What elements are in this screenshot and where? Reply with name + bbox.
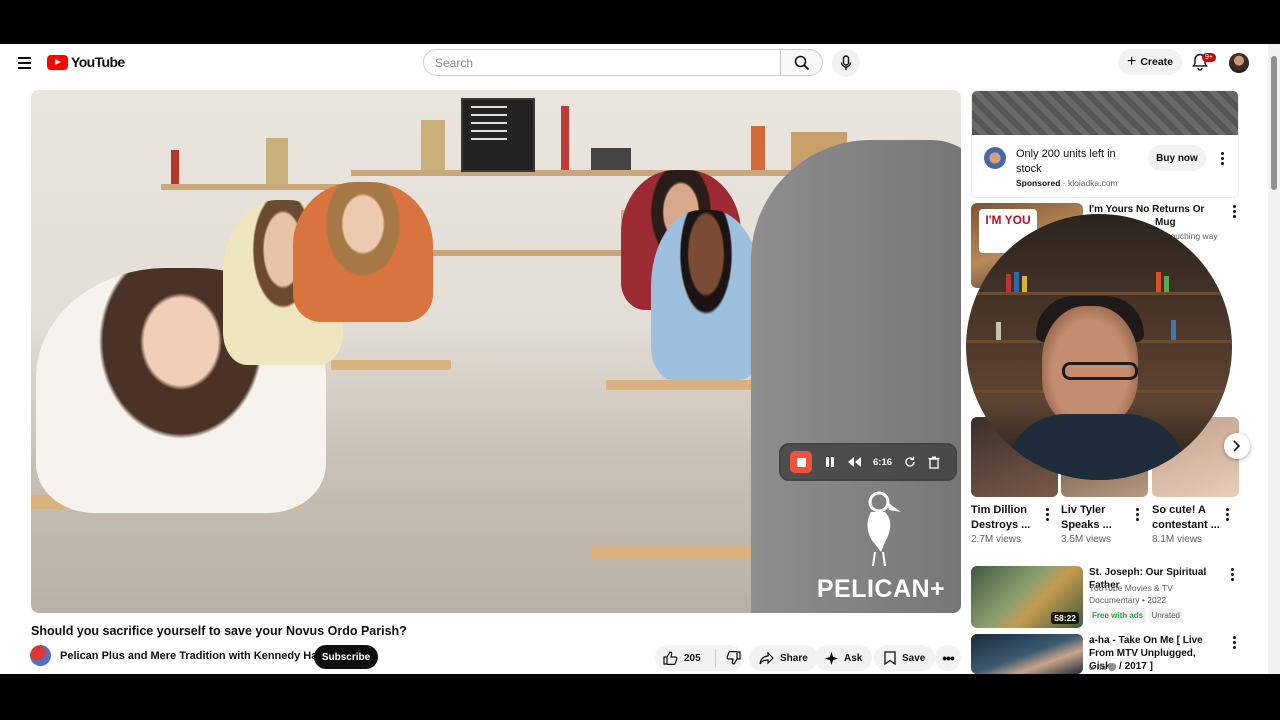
pelican-plus-watermark: PELICAN+ [811,488,951,604]
letter-board [461,98,535,172]
recording-timer: 6:16 [873,456,893,468]
channel-avatar[interactable] [30,645,51,666]
video-duration: 58:22 [1051,612,1079,624]
free-with-ads-tag: Free with ads [1089,608,1147,623]
video-thumbnail[interactable]: 58:22 [971,566,1083,628]
student [651,210,761,380]
desk [591,545,761,559]
share-icon [759,651,774,664]
short-title[interactable]: So cute! A contestant ... [1152,503,1222,533]
ad-more-icon[interactable] [1220,152,1224,165]
divider [714,649,716,667]
book [421,120,445,170]
youtube-window: YouTube Search + Create 9+ 6:16 PELICAN+… [0,44,1280,674]
short-title[interactable]: Liv Tyler Speaks ... [1061,503,1131,533]
account-avatar[interactable] [1229,53,1249,73]
like-dislike-group: 205 [655,645,743,671]
voice-search-button[interactable] [832,49,860,77]
sponsored-ad[interactable]: Only 200 units left in stock Sponsored ·… [971,90,1239,198]
book [751,126,765,170]
top-bar: YouTube Search + Create 9+ [0,44,1280,84]
subscribe-button[interactable]: Subscribe [314,645,378,669]
bookshelf [351,170,831,176]
channel-name[interactable]: Pelican Plus and Mere Tradition with Ken… [60,650,323,662]
glasses [1062,362,1138,380]
short-views: 8.1M views [1152,534,1203,545]
like-count: 205 [684,652,701,664]
more-options-icon[interactable] [1225,508,1229,521]
microphone-icon [840,55,852,70]
webcam-overlay [966,214,1232,480]
notification-badge: 9+ [1202,53,1216,62]
more-horizontal-icon: ••• [942,650,955,666]
dislike-icon[interactable] [726,651,741,665]
buy-now-button[interactable]: Buy now [1148,145,1206,171]
more-options-icon[interactable] [1232,636,1236,649]
sparkle-icon [825,651,838,665]
create-label: Create [1140,56,1174,68]
youtube-play-icon [47,54,68,70]
ad-text: Only 200 units left in stock [1016,148,1116,175]
more-options-icon[interactable] [1135,508,1139,521]
more-actions-button[interactable]: ••• [935,645,961,671]
ad-banner-image [972,91,1238,135]
create-button[interactable]: + Create [1118,49,1182,75]
share-label: Share [780,652,808,664]
pelican-logo-icon [867,491,901,567]
more-options-icon[interactable] [1045,508,1049,521]
shorts-next-button[interactable] [1224,433,1250,459]
related-video-tags: Free with ads Unrated [1089,608,1183,623]
book [266,138,288,184]
short-views: 2.7M views [971,534,1022,545]
desk [331,360,451,370]
save-button[interactable]: Save [874,645,936,671]
menu-icon[interactable] [12,51,36,75]
advertiser-avatar [984,147,1006,169]
search-button[interactable] [781,49,823,76]
ad-sponsor-line: Sponsored · kloiadka.com [1016,178,1118,188]
plus-icon: + [1126,53,1137,70]
video-player[interactable]: 6:16 PELICAN+ [31,90,961,613]
logo-text: YouTube [71,54,125,70]
sponsored-label: Sponsored [1016,178,1061,188]
more-options-icon[interactable] [1230,568,1234,581]
ask-button[interactable]: Ask [815,645,873,671]
related-video-meta: Documentary • 2022 [1089,595,1167,605]
book [171,150,179,184]
related-video-channel[interactable]: a-ha [1089,661,1117,674]
search-input[interactable]: Search [423,49,781,76]
stop-recording-button[interactable] [790,451,812,473]
rewind-icon[interactable] [848,457,861,467]
youtube-logo[interactable]: YouTube [47,54,125,70]
rating-tag: Unrated [1148,608,1183,623]
pause-icon[interactable] [824,456,836,468]
student [293,182,433,322]
bookmark-icon [884,651,896,665]
scrollbar-thumb[interactable] [1271,56,1277,190]
book [561,106,569,170]
ask-label: Ask [844,652,863,664]
ad-domain: kloiadka.com [1067,178,1118,188]
video-thumbnail[interactable] [971,634,1083,674]
screen-recorder-toolbar: 6:16 [779,443,957,481]
short-title[interactable]: Tim Dillion Destroys ... [971,503,1041,533]
verified-icon [1108,663,1117,671]
restart-icon[interactable] [904,456,916,468]
save-label: Save [902,652,926,664]
trash-icon[interactable] [928,456,940,469]
related-video-title-continued[interactable]: Mug [1155,216,1215,229]
share-button[interactable]: Share [749,645,818,671]
person-shirt [1006,414,1186,480]
book [591,148,631,170]
more-options-icon[interactable] [1232,205,1236,218]
video-title: Should you sacrifice yourself to save yo… [31,624,407,638]
page-scrollbar[interactable] [1268,44,1280,674]
search-icon [794,55,809,70]
chevron-right-icon [1233,440,1241,452]
like-icon[interactable] [663,651,678,665]
channel-name: a-ha [1089,662,1107,672]
short-views: 3.5M views [1061,534,1112,545]
pelican-plus-text: PELICAN+ [816,575,946,603]
bookshelf [161,184,341,190]
